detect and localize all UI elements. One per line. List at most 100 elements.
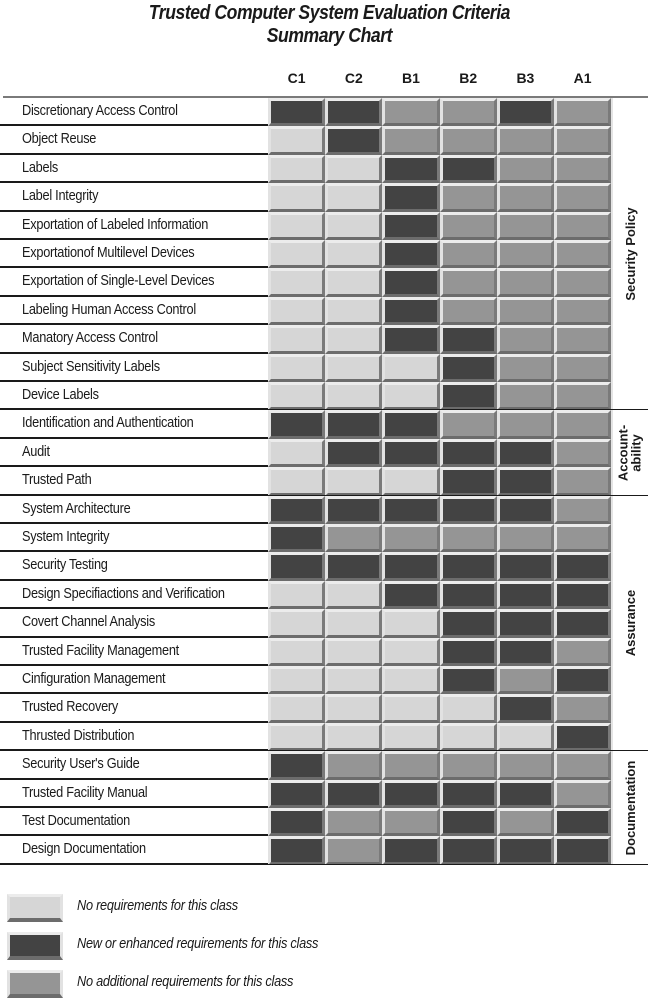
row-label-text: Design Specifiactions and Verification <box>22 585 225 602</box>
section-label-text: Documentation <box>622 760 638 856</box>
cell-b2-new <box>439 580 497 610</box>
row-label: Trusted Path <box>0 467 268 496</box>
chart-title-line1: Trusted Computer System Evaluation Crite… <box>148 2 511 24</box>
cell-b2-new <box>439 609 497 638</box>
cell-a1-noadd <box>554 325 612 354</box>
cell-c1-none <box>268 580 326 610</box>
cell-c1-none <box>268 353 326 382</box>
cell-b1-noadd <box>382 98 440 127</box>
row-label: Test Documentation <box>0 808 268 837</box>
cell-c1-none <box>268 211 326 240</box>
cell-c2-none <box>325 467 383 496</box>
row-label-text: Label Integrity <box>22 188 99 205</box>
cell-b2-new <box>439 666 497 695</box>
cell-c1-none <box>268 382 326 411</box>
legend-label-text: No additional requirements for this clas… <box>77 974 294 990</box>
cell-b2-noadd <box>439 751 497 780</box>
row-label-text: Subject Sensitivity Labels <box>22 358 160 375</box>
row-label: System Integrity <box>0 524 268 553</box>
cell-b2-new <box>439 467 497 496</box>
cell-b3-noadd <box>496 808 554 837</box>
cell-b2-noadd <box>439 183 497 212</box>
cell-b1-none <box>382 694 440 723</box>
cell-b2-new <box>439 779 497 808</box>
cell-c1-none <box>268 722 326 752</box>
cell-b2-new <box>439 637 497 666</box>
cell-b3-new <box>496 495 554 524</box>
cell-b1-none <box>382 467 440 496</box>
row-label: Security Testing <box>0 552 268 581</box>
cell-b1-new <box>382 552 440 581</box>
cell-b3-new <box>496 637 554 666</box>
cell-a1-noadd <box>554 495 612 524</box>
cell-c1-none <box>268 268 326 297</box>
cell-b1-new <box>382 580 440 610</box>
cell-b1-new <box>382 325 440 354</box>
row-label: Design Specifiactions and Verification <box>0 581 268 610</box>
cell-a1-noadd <box>554 779 612 808</box>
cell-b3-noadd <box>496 751 554 780</box>
cell-a1-noadd <box>554 296 612 326</box>
row-label: Exportation of Labeled Information <box>0 212 268 240</box>
cell-b1-none <box>382 609 440 638</box>
cell-b1-noadd <box>382 126 440 155</box>
cell-a1-noadd <box>554 751 612 780</box>
cell-c2-none <box>325 240 383 269</box>
cell-a1-new <box>554 609 612 638</box>
cell-b2-new <box>439 836 497 865</box>
cell-a1-new <box>554 836 612 865</box>
cell-b2-none <box>439 722 497 752</box>
section-label: Assurance <box>615 496 645 752</box>
cell-c2-noadd <box>325 751 383 780</box>
cell-b2-new <box>439 353 497 382</box>
cell-a1-noadd <box>554 211 612 240</box>
column-header-c2: C2 <box>344 70 363 86</box>
cell-b1-new <box>382 154 440 184</box>
row-label: Trusted Facility Manual <box>0 780 268 808</box>
cell-a1-noadd <box>554 154 612 184</box>
legend-swatch-noadd <box>7 970 63 998</box>
cell-c2-none <box>325 722 383 752</box>
cell-b3-new <box>496 609 554 638</box>
cell-c1-none <box>268 154 326 184</box>
cell-b2-new <box>439 382 497 411</box>
cell-c1-new <box>268 98 326 127</box>
cell-b1-new <box>382 779 440 808</box>
row-label: Labels <box>0 155 268 184</box>
cell-c1-none <box>268 666 326 695</box>
row-label: Exportationof Multilevel Devices <box>0 240 268 269</box>
cell-c2-none <box>325 211 383 240</box>
row-label: Cinfiguration Management <box>0 666 268 695</box>
cell-b3-noadd <box>496 410 554 439</box>
cell-b3-noadd <box>496 382 554 411</box>
row-label-text: Discretionary Access Control <box>22 103 178 119</box>
cell-c2-new <box>325 98 383 127</box>
cell-b3-noadd <box>496 296 554 326</box>
cell-c2-new <box>325 126 383 155</box>
cell-b3-noadd <box>496 325 554 354</box>
row-label-text: Identification and Authentication <box>22 415 194 432</box>
row-label: System Architecture <box>0 496 268 524</box>
cell-b1-noadd <box>382 524 440 553</box>
row-label-text: Device Labels <box>22 387 99 403</box>
cell-b2-noadd <box>439 126 497 155</box>
cell-c1-new <box>268 836 326 865</box>
cell-c1-none <box>268 637 326 666</box>
cell-c1-none <box>268 126 326 155</box>
cell-a1-noadd <box>554 126 612 155</box>
cell-c2-none <box>325 154 383 184</box>
row-label-text: Thrusted Distribution <box>22 727 135 744</box>
cell-b1-new <box>382 211 440 240</box>
row-label: Device Labels <box>0 382 268 411</box>
cell-b2-new <box>439 495 497 524</box>
row-label: Exportation of Single-Level Devices <box>0 268 268 297</box>
cell-a1-new <box>554 580 612 610</box>
cell-b2-new <box>439 154 497 184</box>
cell-b1-noadd <box>382 751 440 780</box>
row-label-text: Labeling Human Access Control <box>22 301 196 318</box>
cell-b3-noadd <box>496 183 554 212</box>
cell-b1-new <box>382 410 440 439</box>
column-header-a1: A1 <box>573 70 592 86</box>
cell-b3-new <box>496 552 554 581</box>
cell-b3-noadd <box>496 268 554 297</box>
